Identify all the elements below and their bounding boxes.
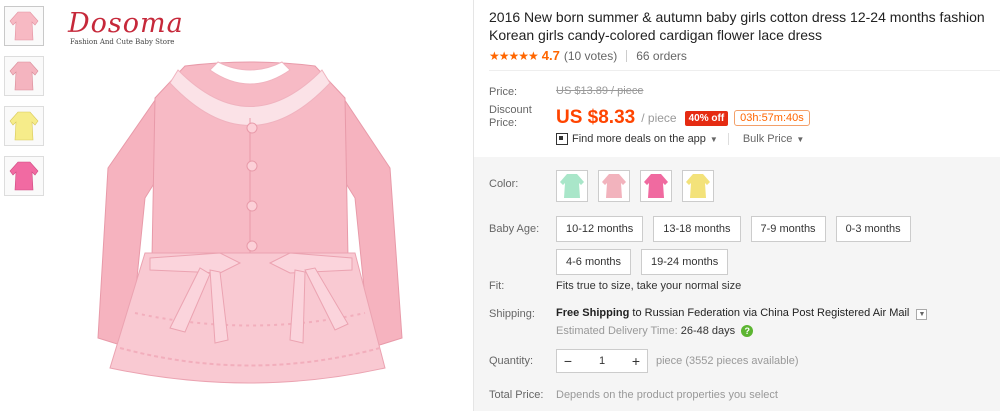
dress-swatch-icon — [602, 174, 626, 198]
discount-badge: 40% off — [684, 110, 729, 126]
discount-price-label: Discount Price: — [489, 104, 532, 130]
size-option[interactable]: 10-12 months — [556, 216, 644, 242]
fit-label: Fit: — [489, 280, 505, 292]
dress-swatch-icon — [686, 174, 710, 198]
size-option[interactable]: 4-6 months — [556, 249, 632, 275]
dress-thumbnail-icon — [9, 61, 39, 91]
quantity-row: − 1 + piece (3552 pieces available) — [556, 349, 798, 373]
size-option[interactable]: 13-18 months — [653, 216, 741, 242]
discount-label-line2: Price: — [489, 117, 518, 129]
quantity-input[interactable]: 1 — [579, 350, 625, 372]
divider — [489, 70, 1000, 71]
dress-thumbnail-icon — [9, 111, 39, 141]
thumbnail-4[interactable] — [4, 156, 44, 196]
product-main-image — [97, 61, 403, 384]
total-price-label: Total Price: — [489, 389, 544, 401]
color-label: Color: — [489, 178, 519, 190]
color-swatch-pink[interactable] — [598, 170, 630, 202]
color-swatch-yellow[interactable] — [682, 170, 714, 202]
color-swatch-mint[interactable] — [556, 170, 588, 202]
chevron-down-icon: ▼ — [796, 134, 805, 144]
divider — [626, 49, 628, 62]
dress-swatch-icon — [560, 174, 584, 198]
brand-name: Dosoma — [68, 8, 184, 39]
order-count: 66 orders — [636, 48, 687, 63]
product-info-panel: 2016 New born summer & autumn baby girls… — [474, 0, 1000, 411]
help-icon[interactable]: ? — [741, 325, 754, 337]
price-label: Price: — [489, 86, 518, 98]
shipping-row: Free Shipping to Russian Federation via … — [556, 307, 928, 320]
qr-code-icon — [556, 133, 568, 145]
bulk-price-dropdown[interactable]: Bulk Price — [743, 133, 793, 145]
rating-score: 4.7 — [541, 48, 560, 63]
brand-logo: Dosoma Fashion And Cute Baby Store — [68, 8, 184, 47]
baby-age-label: Baby Age: — [489, 223, 540, 235]
deals-row: Find more deals on the app ▼ Bulk Price … — [556, 133, 804, 145]
thumbnail-1[interactable] — [4, 6, 44, 46]
shipping-dropdown-icon[interactable]: ▼ — [916, 309, 928, 320]
per-piece-unit: / piece — [641, 111, 677, 125]
discount-price-row: US $8.33 / piece 40% off 03h:57m:40s — [556, 107, 810, 129]
product-title: 2016 New born summer & autumn baby girls… — [489, 9, 985, 43]
rating-votes[interactable]: (10 votes) — [564, 49, 617, 63]
delivery-label: Estimated Delivery Time: — [556, 325, 681, 337]
rating-stars-icon: ★★★★★ — [489, 48, 539, 63]
thumbnail-2[interactable] — [4, 56, 44, 96]
fit-value: Fits true to size, take your normal size — [556, 280, 742, 292]
delivery-days: 26-48 days — [680, 325, 736, 337]
dress-thumbnail-icon — [9, 11, 39, 41]
delivery-row: Estimated Delivery Time: 26-48 days ? — [556, 325, 754, 337]
size-option[interactable]: 7-9 months — [750, 216, 826, 242]
original-price: US $13.89 / piece — [556, 85, 644, 97]
color-swatch-rose[interactable] — [640, 170, 672, 202]
shipping-method: Free Shipping to Russian Federation via … — [556, 307, 912, 319]
size-option-list: 10-12 months 13-18 months 7-9 months 0-3… — [556, 216, 936, 282]
total-price-value: Depends on the product properties you se… — [556, 389, 778, 401]
size-option[interactable]: 19-24 months — [641, 249, 729, 275]
quantity-increase-button[interactable]: + — [625, 350, 647, 372]
thumbnail-list — [4, 6, 46, 206]
free-shipping-text: Free Shipping — [556, 307, 630, 319]
chevron-down-icon: ▼ — [709, 134, 718, 144]
quantity-label: Quantity: — [489, 355, 534, 367]
dress-thumbnail-icon — [9, 161, 39, 191]
discount-label-line1: Discount — [489, 104, 532, 116]
shipping-destination: to Russian Federation via China Post Reg… — [629, 307, 910, 319]
stock-available: piece (3552 pieces available) — [656, 355, 799, 367]
quantity-stepper: − 1 + — [556, 349, 648, 373]
size-option[interactable]: 0-3 months — [835, 216, 911, 242]
brand-tagline: Fashion And Cute Baby Store — [70, 38, 175, 46]
discount-price: US $8.33 — [556, 107, 636, 128]
quantity-decrease-button[interactable]: − — [557, 350, 579, 372]
dress-swatch-icon — [644, 174, 668, 198]
shipping-label: Shipping: — [489, 308, 535, 320]
color-swatch-list — [556, 170, 724, 202]
divider — [727, 133, 729, 145]
thumbnail-3[interactable] — [4, 106, 44, 146]
rating-row: ★★★★★ 4.7 (10 votes) 66 orders — [489, 48, 687, 63]
countdown-timer: 03h:57m:40s — [734, 110, 810, 126]
app-deals-link[interactable]: Find more deals on the app — [572, 133, 706, 145]
